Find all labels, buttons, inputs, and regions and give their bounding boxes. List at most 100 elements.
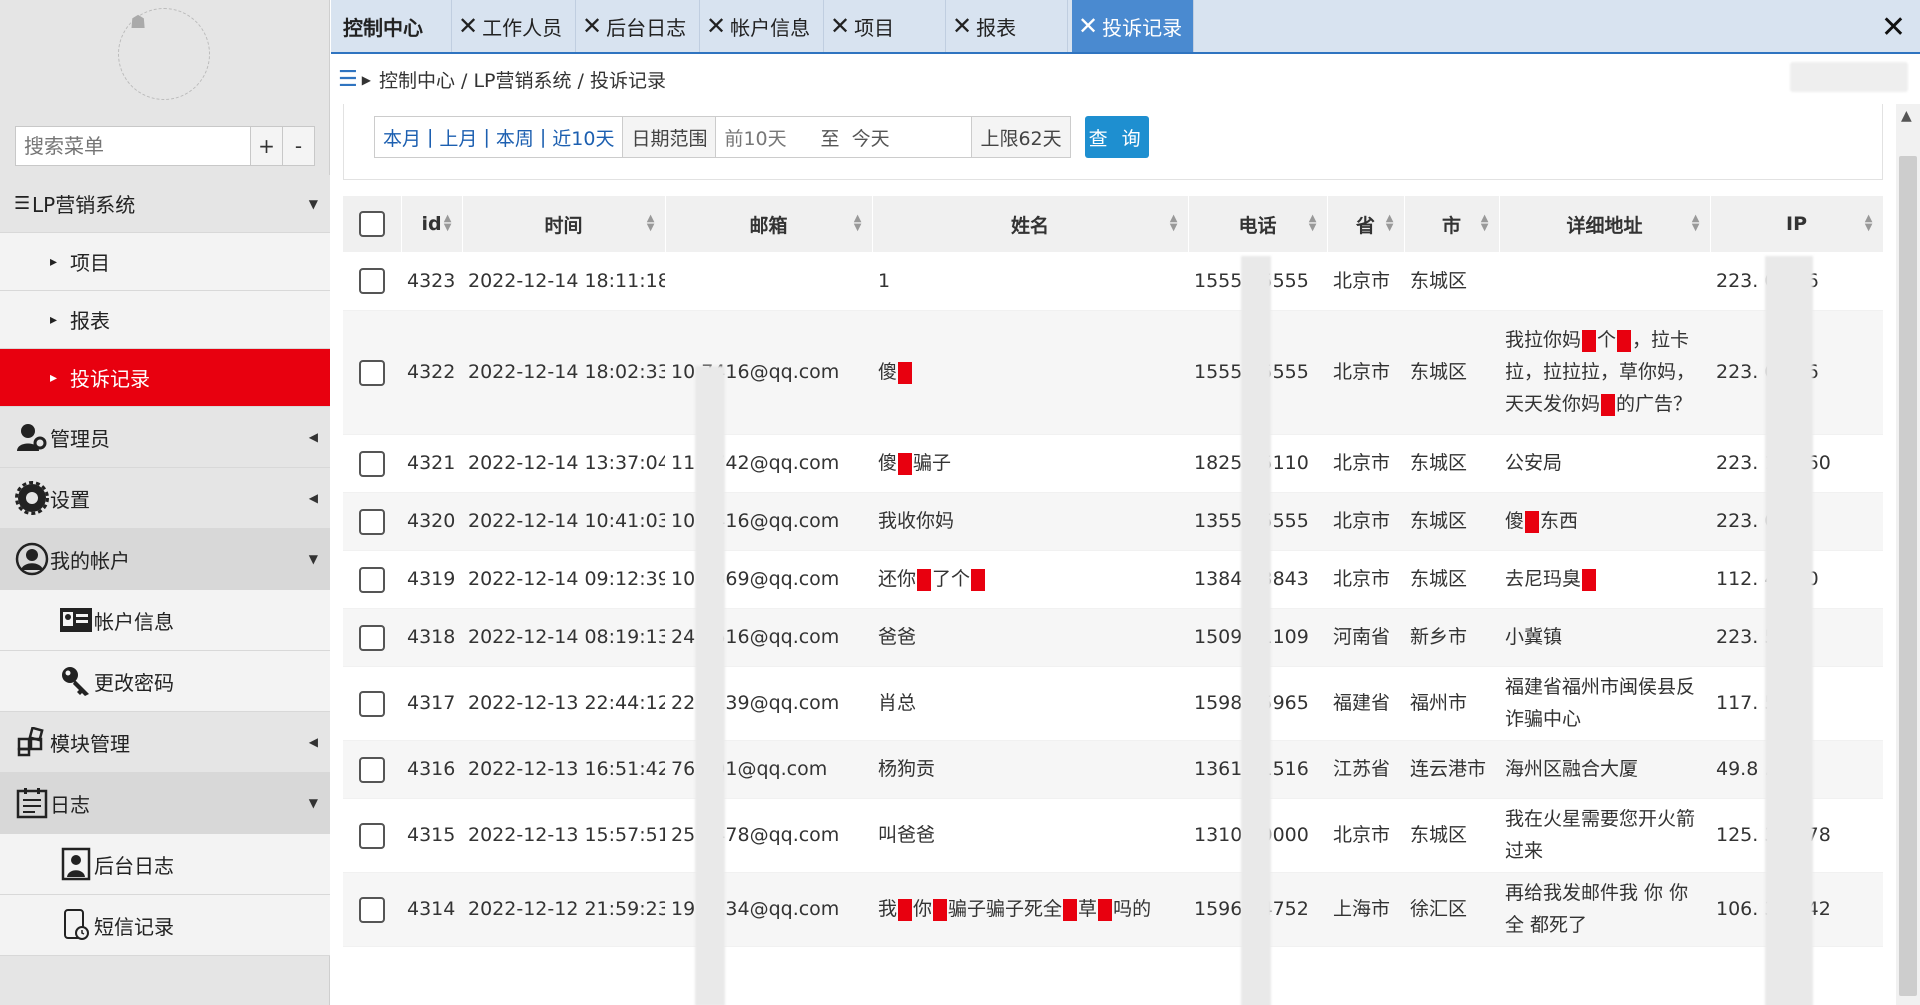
- cell-city: 连云港市: [1404, 740, 1499, 799]
- redaction-mark: [1617, 329, 1632, 352]
- table-row[interactable]: 4320 2022-12-14 10:41:03 10 7416@qq.com 我收你…: [343, 492, 1883, 551]
- expand-all-button[interactable]: +: [251, 126, 283, 166]
- breadcrumb-text: 控制中心 / LP营销系统 / 投诉记录: [378, 70, 666, 92]
- cell-addr: 我拉你妈个，拉卡拉，拉拉拉，草你妈，天天发你妈 的广告？: [1499, 310, 1710, 435]
- sidebar-item-settings[interactable]: 设置 ◀: [0, 468, 330, 529]
- scrollbar-thumb[interactable]: [1899, 156, 1917, 996]
- sidebar-item-lp-system[interactable]: ☰ LP营销系统 ▼: [0, 175, 330, 233]
- quick-this-month[interactable]: 本月: [383, 124, 421, 151]
- close-icon[interactable]: ✕: [458, 12, 478, 40]
- tab-complaints[interactable]: ✕ 投诉记录: [1072, 0, 1194, 52]
- row-checkbox[interactable]: [343, 608, 401, 667]
- close-icon[interactable]: ✕: [706, 12, 726, 40]
- sidebar-item-my-account[interactable]: 我的帐户 ▼: [0, 529, 330, 590]
- row-checkbox[interactable]: [343, 310, 401, 435]
- table-row[interactable]: 4319 2022-12-14 09:12:39 10 1369@qq.com 还你了…: [343, 550, 1883, 609]
- chevron-up-icon[interactable]: ▲: [1901, 108, 1912, 124]
- row-checkbox[interactable]: [343, 666, 401, 741]
- cell-id: 4314: [401, 872, 462, 947]
- tab-home[interactable]: 控制中心: [331, 0, 452, 52]
- table-row[interactable]: 4318 2022-12-14 08:19:13 24 0616@qq.com 爸爸 1…: [343, 608, 1883, 667]
- table-row[interactable]: 4317 2022-12-13 22:44:12 22 4139@qq.com 肖总 1…: [343, 666, 1883, 741]
- row-checkbox[interactable]: [343, 550, 401, 609]
- tab-backend-logs[interactable]: ✕ 后台日志: [576, 0, 700, 52]
- menu-search-input[interactable]: [15, 126, 251, 166]
- cell-id: 4318: [401, 608, 462, 667]
- cell-addr: 公安局: [1499, 434, 1710, 493]
- redaction-mark: [898, 898, 913, 921]
- row-checkbox[interactable]: [343, 872, 401, 947]
- user-chip[interactable]: [1790, 62, 1908, 92]
- table-row[interactable]: 4314 2022-12-12 21:59:23 19 7234@qq.com 我你骗…: [343, 872, 1883, 947]
- cell-time: 2022-12-14 18:02:33: [462, 310, 665, 435]
- table-row[interactable]: 4322 2022-12-14 18:02:33 10 7416@qq.com 傻 15…: [343, 310, 1883, 435]
- sidebar-item-complaints[interactable]: ▸ 投诉记录: [0, 349, 330, 407]
- quick-last-10-days[interactable]: 近10天: [552, 124, 614, 151]
- column-header-ip[interactable]: IP ▲ ▼: [1710, 196, 1883, 252]
- sidebar-item-change-password[interactable]: 更改密码: [0, 651, 330, 712]
- column-header-city[interactable]: 市 ▲ ▼: [1404, 196, 1500, 252]
- sort-icon: ▲ ▼: [853, 213, 862, 233]
- close-all-icon[interactable]: ✕: [1881, 10, 1906, 45]
- row-checkbox[interactable]: [343, 798, 401, 873]
- close-icon[interactable]: ✕: [830, 12, 850, 40]
- row-checkbox[interactable]: [343, 434, 401, 493]
- query-button[interactable]: 查 询: [1084, 116, 1149, 158]
- sms-phone-icon: [58, 907, 94, 943]
- select-all-checkbox[interactable]: [343, 196, 402, 252]
- redaction-mark: [1063, 898, 1078, 921]
- tab-label: 项目: [854, 15, 895, 40]
- sidebar-item-label: LP营销系统: [32, 193, 136, 217]
- quick-range-group: 本月 | 上月 | 本周 | 近10天: [374, 116, 624, 158]
- tab-staff[interactable]: ✕ 工作人员: [452, 0, 576, 52]
- row-checkbox[interactable]: [343, 740, 401, 799]
- sidebar-item-label: 帐户信息: [94, 609, 174, 634]
- close-icon[interactable]: ✕: [1078, 12, 1098, 40]
- quick-this-week[interactable]: 本周: [496, 124, 534, 151]
- sidebar-item-admin[interactable]: 管理员 ◀: [0, 407, 330, 468]
- cell-id: 4319: [401, 550, 462, 609]
- column-header-province[interactable]: 省 ▲ ▼: [1327, 196, 1405, 252]
- sidebar-item-label: 报表: [70, 309, 110, 333]
- email-privacy-mask: [695, 366, 725, 1005]
- row-checkbox[interactable]: [343, 492, 401, 551]
- column-header-name[interactable]: 姓名 ▲ ▼: [872, 196, 1189, 252]
- cell-city: 福州市: [1404, 666, 1499, 741]
- sidebar-item-projects[interactable]: ▸ 项目: [0, 233, 330, 291]
- column-header-id[interactable]: id ▲ ▼: [401, 196, 463, 252]
- tab-reports[interactable]: ✕ 报表: [946, 0, 1068, 52]
- redaction-mark: [898, 361, 913, 384]
- sidebar-item-reports[interactable]: ▸ 报表: [0, 291, 330, 349]
- cell-id: 4320: [401, 492, 462, 551]
- quick-last-month[interactable]: 上月: [439, 124, 477, 151]
- tab-projects[interactable]: ✕ 项目: [824, 0, 946, 52]
- collapse-all-button[interactable]: -: [283, 126, 315, 166]
- sidebar-item-sms-logs[interactable]: 短信记录: [0, 895, 330, 956]
- table-row[interactable]: 4323 2022-12-14 18:11:18 1 1555 55555 北京市 东城区…: [343, 252, 1883, 311]
- sidebar-item-backend-logs[interactable]: 后台日志: [0, 834, 330, 895]
- menu-search: + -: [15, 126, 315, 166]
- table-row[interactable]: 4321 2022-12-14 13:37:04 11 1742@qq.com 傻骗子…: [343, 434, 1883, 493]
- cell-prov: 福建省: [1327, 666, 1404, 741]
- sidebar-item-account-info[interactable]: 帐户信息: [0, 590, 330, 651]
- column-header-address[interactable]: 详细地址 ▲ ▼: [1499, 196, 1711, 252]
- complaints-table: id ▲ ▼ 时间 ▲ ▼ 邮箱 ▲ ▼ 姓名 ▲ ▼ 电话 ▲ ▼ 省 ▲ ▼ 市 ▲ ▼ 详细地址 ▲ ▼ …: [343, 196, 1883, 1005]
- close-icon[interactable]: ✕: [582, 12, 602, 40]
- redaction-mark: [1098, 898, 1113, 921]
- column-header-phone[interactable]: 电话 ▲ ▼: [1188, 196, 1328, 252]
- tab-account-info[interactable]: ✕ 帐户信息: [700, 0, 824, 52]
- vertical-scrollbar[interactable]: ▲: [1896, 104, 1920, 1005]
- close-icon[interactable]: ✕: [952, 12, 972, 40]
- column-header-time[interactable]: 时间 ▲ ▼: [462, 196, 666, 252]
- date-range-input[interactable]: 前10天 至 今天: [716, 116, 973, 158]
- user-circle-icon: [14, 541, 50, 577]
- table-row[interactable]: 4315 2022-12-13 15:57:51 25 3478@qq.com 叫爸爸…: [343, 798, 1883, 873]
- table-row[interactable]: 4316 2022-12-13 16:51:42 76 301@qq.com 杨狗贡 1…: [343, 740, 1883, 799]
- sidebar-item-modules[interactable]: 模块管理 ◀: [0, 712, 330, 773]
- sidebar-item-logs[interactable]: 日志 ▼: [0, 773, 330, 834]
- row-checkbox[interactable]: [343, 252, 401, 311]
- column-header-email[interactable]: 邮箱 ▲ ▼: [665, 196, 873, 252]
- cell-city: 东城区: [1404, 434, 1499, 493]
- cell-addr: [1499, 252, 1710, 311]
- hamburger-icon[interactable]: ☰: [338, 67, 358, 92]
